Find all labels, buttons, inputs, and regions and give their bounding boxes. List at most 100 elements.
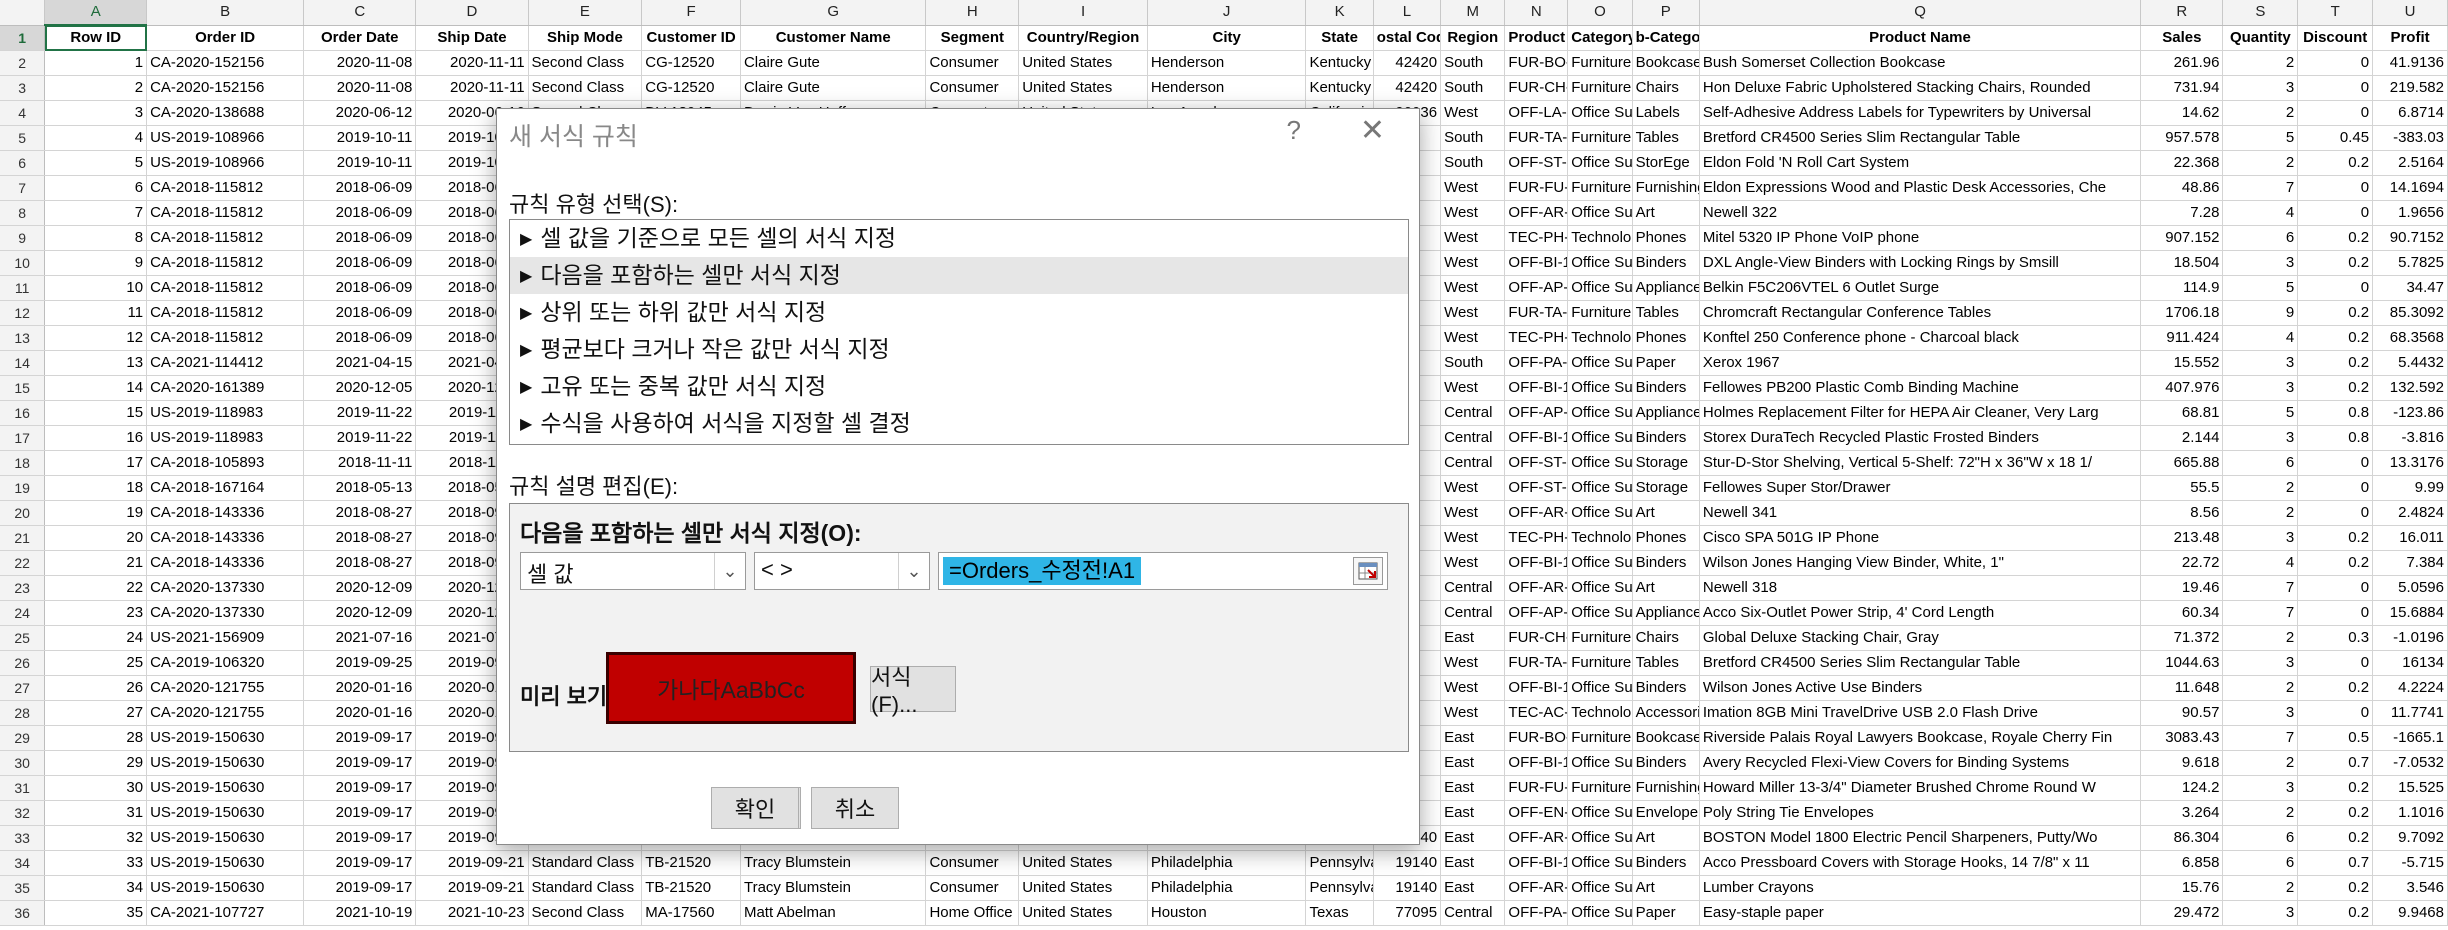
cell[interactable]: 2020-12-09 bbox=[303, 600, 417, 626]
cell[interactable]: 911.424 bbox=[2140, 325, 2224, 351]
cell[interactable]: Furniture bbox=[1567, 75, 1633, 101]
cell[interactable]: Furniture bbox=[1567, 175, 1633, 201]
row-header[interactable]: 22 bbox=[0, 550, 46, 576]
cell[interactable]: Furniture bbox=[1567, 725, 1633, 751]
cell[interactable]: Self-Adhesive Address Labels for Typewri… bbox=[1699, 100, 2142, 126]
cell[interactable]: 3 bbox=[2222, 650, 2299, 676]
cell[interactable]: 2 bbox=[2222, 800, 2299, 826]
cell[interactable]: 2019-09-17 bbox=[303, 725, 417, 751]
cell[interactable]: 5 bbox=[2222, 125, 2299, 151]
cell[interactable]: OFF-BI-1C bbox=[1504, 675, 1569, 701]
cell[interactable]: 2018-08-27 bbox=[303, 500, 417, 526]
cell[interactable]: 31 bbox=[44, 800, 148, 826]
cell[interactable]: 7.28 bbox=[2140, 200, 2224, 226]
cell[interactable]: US-2019-150630 bbox=[146, 750, 305, 776]
row-header[interactable]: 28 bbox=[0, 700, 46, 726]
cell[interactable]: Appliance bbox=[1632, 275, 1700, 301]
cell[interactable]: 2 bbox=[2222, 500, 2299, 526]
cell[interactable]: Wilson Jones Active Use Binders bbox=[1699, 675, 2142, 701]
cell[interactable]: 5.4432 bbox=[2372, 350, 2448, 376]
cell[interactable]: 1044.63 bbox=[2140, 650, 2224, 676]
cell[interactable]: 0.2 bbox=[2297, 825, 2374, 851]
cell[interactable]: Newell 318 bbox=[1699, 575, 2142, 601]
column-header[interactable]: K bbox=[1305, 0, 1374, 26]
row-header[interactable]: 14 bbox=[0, 350, 46, 376]
cell[interactable]: South bbox=[1440, 50, 1506, 76]
cell[interactable]: 0.2 bbox=[2297, 875, 2374, 901]
row-header[interactable]: 7 bbox=[0, 175, 46, 201]
cell[interactable]: OFF-PA-1 bbox=[1504, 900, 1569, 926]
column-header[interactable]: L bbox=[1373, 0, 1442, 26]
cell[interactable]: 2019-09-17 bbox=[303, 775, 417, 801]
cell[interactable]: 12 bbox=[44, 325, 148, 351]
cell[interactable]: Pennsylva bbox=[1305, 875, 1374, 901]
cell[interactable]: Office Su bbox=[1567, 675, 1633, 701]
cell[interactable]: 55.5 bbox=[2140, 475, 2224, 501]
cell[interactable]: 8.56 bbox=[2140, 500, 2224, 526]
column-title-cell[interactable]: Region bbox=[1440, 25, 1506, 51]
cell[interactable]: 6.8714 bbox=[2372, 100, 2448, 126]
cell[interactable]: East bbox=[1440, 800, 1506, 826]
cell[interactable]: Second Class bbox=[528, 50, 643, 76]
cell[interactable]: CA-2021-114412 bbox=[146, 350, 305, 376]
cell[interactable]: 35 bbox=[44, 900, 148, 926]
cell[interactable]: 24 bbox=[44, 625, 148, 651]
cell[interactable]: Wilson Jones Hanging View Binder, White,… bbox=[1699, 550, 2142, 576]
cell[interactable]: 42420 bbox=[1373, 75, 1442, 101]
cell[interactable]: 26 bbox=[44, 675, 148, 701]
cell[interactable]: Office Su bbox=[1567, 500, 1633, 526]
cell[interactable]: Central bbox=[1440, 425, 1506, 451]
cell[interactable]: 665.88 bbox=[2140, 450, 2224, 476]
cell[interactable]: 2 bbox=[2222, 675, 2299, 701]
cell[interactable]: 28 bbox=[44, 725, 148, 751]
cell[interactable]: OFF-ST-1 bbox=[1504, 475, 1569, 501]
cell[interactable]: East bbox=[1440, 725, 1506, 751]
column-header[interactable]: F bbox=[641, 0, 741, 26]
cell[interactable]: East bbox=[1440, 825, 1506, 851]
cell[interactable]: Konftel 250 Conference phone - Charcoal … bbox=[1699, 325, 2142, 351]
cell[interactable]: Chromcraft Rectangular Conference Tables bbox=[1699, 300, 2142, 326]
cell[interactable]: Art bbox=[1632, 875, 1700, 901]
cell[interactable]: 0.7 bbox=[2297, 850, 2374, 876]
column-title-cell[interactable]: Ship Mode bbox=[528, 25, 643, 51]
column-title-cell[interactable]: Quantity bbox=[2222, 25, 2299, 51]
cell[interactable]: DXL Angle-View Binders with Locking Ring… bbox=[1699, 250, 2142, 276]
rule-type-item[interactable]: ▶ 고유 또는 중복 값만 서식 지정 bbox=[510, 368, 1408, 405]
column-header[interactable]: A bbox=[44, 0, 148, 26]
cell[interactable]: 2019-09-21 bbox=[415, 850, 529, 876]
cell[interactable]: US-2019-108966 bbox=[146, 150, 305, 176]
cell[interactable]: Bush Somerset Collection Bookcase bbox=[1699, 50, 2142, 76]
row-header[interactable]: 30 bbox=[0, 750, 46, 776]
row-header[interactable]: 12 bbox=[0, 300, 46, 326]
cell[interactable]: 0 bbox=[2297, 600, 2374, 626]
cell[interactable]: 2 bbox=[2222, 50, 2299, 76]
cell[interactable]: OFF-BI-1C bbox=[1504, 550, 1569, 576]
cell[interactable]: 5.0596 bbox=[2372, 575, 2448, 601]
cell[interactable]: 10 bbox=[44, 275, 148, 301]
cell[interactable]: Texas bbox=[1305, 900, 1374, 926]
cell[interactable]: 2020-11-08 bbox=[303, 50, 417, 76]
cell[interactable]: Poly String Tie Envelopes bbox=[1699, 800, 2142, 826]
cell[interactable]: West bbox=[1440, 550, 1506, 576]
cell[interactable]: Tables bbox=[1632, 650, 1700, 676]
cell[interactable]: Central bbox=[1440, 450, 1506, 476]
cell[interactable]: 0.2 bbox=[2297, 225, 2374, 251]
cell[interactable]: 4 bbox=[2222, 550, 2299, 576]
column-title-cell[interactable]: Customer ID bbox=[641, 25, 741, 51]
row-header[interactable]: 21 bbox=[0, 525, 46, 551]
cell[interactable]: 7 bbox=[2222, 575, 2299, 601]
row-header[interactable]: 29 bbox=[0, 725, 46, 751]
cell[interactable]: 0 bbox=[2297, 475, 2374, 501]
row-header[interactable]: 17 bbox=[0, 425, 46, 451]
column-title-cell[interactable]: Country/Region bbox=[1018, 25, 1148, 51]
cancel-button[interactable]: 취소 bbox=[811, 787, 899, 829]
cell[interactable]: 15.76 bbox=[2140, 875, 2224, 901]
cell[interactable]: West bbox=[1440, 175, 1506, 201]
cell[interactable]: 16134 bbox=[2372, 650, 2448, 676]
cell[interactable]: Technolo bbox=[1567, 225, 1633, 251]
rule-type-item[interactable]: ▶ 상위 또는 하위 값만 서식 지정 bbox=[510, 294, 1408, 331]
cell[interactable]: 15.6884 bbox=[2372, 600, 2448, 626]
column-title-cell[interactable]: b-Catego bbox=[1632, 25, 1700, 51]
format-button[interactable]: 서식(F)... bbox=[870, 665, 956, 717]
cell[interactable]: 11.648 bbox=[2140, 675, 2224, 701]
